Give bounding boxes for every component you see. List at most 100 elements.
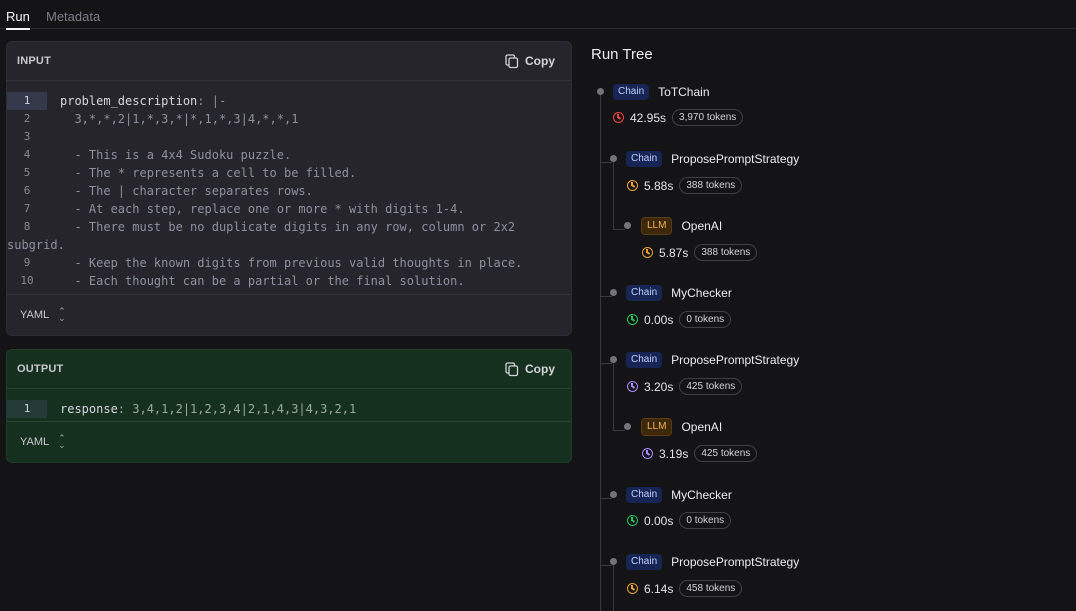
run-latency: 3.19s <box>659 446 689 461</box>
output-format-select[interactable]: YAML ⌃ ⌄ <box>20 433 66 450</box>
line-number: 4 <box>23 148 31 161</box>
tree-node-dot <box>624 222 631 229</box>
input-panel: INPUT Copy 1 problem_description: |- 2 3… <box>6 41 572 336</box>
run-name: OpenAI <box>681 219 723 233</box>
run-name: ProposePromptStrategy <box>671 152 800 166</box>
code-line: 1 problem_description: |- <box>7 92 571 110</box>
run-type-badge: Chain <box>626 285 663 301</box>
tree-node-dot <box>624 423 631 430</box>
token-count-badge: 425 tokens <box>679 378 743 395</box>
input-copy-label: Copy <box>525 54 555 68</box>
code-line: 1 response: 3,4,1,2|1,2,3,4|2,1,4,3|4,3,… <box>7 400 571 418</box>
run-node-stats: 3.20s 425 tokens <box>627 378 743 395</box>
run-node-openai[interactable]: LLM OpenAI <box>641 217 722 235</box>
tab-bar: Run Metadata <box>0 0 1076 30</box>
run-name: MyChecker <box>671 488 732 502</box>
output-panel-header: OUTPUT Copy <box>7 350 571 389</box>
run-name: ProposePromptStrategy <box>671 555 800 569</box>
output-copy-button[interactable]: Copy <box>505 360 555 378</box>
run-node-stats: 6.14s 458 tokens <box>627 580 743 597</box>
run-name: ProposePromptStrategy <box>671 353 800 367</box>
code-line: 7 - At each step, replace one or more * … <box>7 200 571 218</box>
code-text: - Keep the known digits from previous va… <box>60 256 523 270</box>
code-line: 4 - This is a 4x4 Sudoku puzzle. <box>7 146 571 164</box>
clock-icon <box>627 381 638 392</box>
output-panel-title: OUTPUT <box>17 363 64 375</box>
tree-connector <box>613 229 625 230</box>
run-type-badge: Chain <box>626 151 663 167</box>
run-node-stats: 3.19s 425 tokens <box>642 445 758 462</box>
code-line: 6 - The | character separates rows. <box>7 182 571 200</box>
code-line: 8 - There must be no duplicate digits in… <box>7 218 571 254</box>
tree-connector <box>600 162 612 163</box>
up-down-chevron-icon: ⌃ ⌄ <box>58 433 66 450</box>
run-type-badge: Chain <box>626 554 663 570</box>
tab-metadata[interactable]: Metadata <box>46 9 100 24</box>
tree-connector <box>613 363 614 431</box>
clock-icon <box>627 314 638 325</box>
yaml-value: : 3,4,1,2|1,2,3,4|2,1,4,3|4,3,2,1 <box>117 402 357 416</box>
code-line: 5 - The * represents a cell to be filled… <box>7 164 571 182</box>
input-panel-header: INPUT Copy <box>7 42 571 81</box>
run-node-mychecker[interactable]: Chain MyChecker <box>626 285 732 301</box>
tree-connector <box>600 363 612 364</box>
code-line: 10 - Each thought can be a partial or th… <box>7 272 571 290</box>
tab-run[interactable]: Run <box>6 9 30 30</box>
code-line: 3 <box>7 128 571 146</box>
token-count-badge: 0 tokens <box>679 311 732 328</box>
run-node-stats: 5.88s 388 tokens <box>627 177 743 194</box>
run-node-propose-prompt-strategy[interactable]: Chain ProposePromptStrategy <box>626 352 799 368</box>
yaml-value: : |- <box>197 94 227 108</box>
clock-icon <box>627 180 638 191</box>
line-number: 7 <box>23 202 31 215</box>
run-type-badge: Chain <box>626 487 663 503</box>
token-count-badge: 0 tokens <box>679 512 732 529</box>
input-code-editor[interactable]: 1 problem_description: |- 2 3,*,*,2|1,*,… <box>7 81 571 290</box>
run-node-stats: 0.00s 0 tokens <box>627 311 732 328</box>
tree-node-dot <box>597 88 604 95</box>
clock-icon <box>642 247 653 258</box>
line-number: 2 <box>23 112 31 125</box>
copy-icon <box>505 53 519 68</box>
run-node-propose-prompt-strategy[interactable]: Chain ProposePromptStrategy <box>626 151 799 167</box>
output-code-editor[interactable]: 1 response: 3,4,1,2|1,2,3,4|2,1,4,3|4,3,… <box>7 389 571 418</box>
code-line: 9 - Keep the known digits from previous … <box>7 254 571 272</box>
input-format-select[interactable]: YAML ⌃ ⌄ <box>20 307 66 323</box>
tree-connector <box>600 296 612 297</box>
line-number: 6 <box>23 184 31 197</box>
yaml-key: response <box>60 402 118 416</box>
clock-icon <box>627 583 638 594</box>
yaml-key: problem_description <box>60 94 198 108</box>
run-node-totchain[interactable]: Chain ToTChain <box>613 84 710 100</box>
run-latency: 5.87s <box>659 245 689 260</box>
line-number: 1 <box>7 92 47 110</box>
run-node-stats: 0.00s 0 tokens <box>627 512 732 529</box>
run-latency: 0.00s <box>644 312 674 327</box>
run-latency: 42.95s <box>630 110 667 125</box>
format-label: YAML <box>20 436 50 448</box>
code-text: - There must be no duplicate digits in a… <box>7 220 523 252</box>
code-line: 2 3,*,*,2|1,*,3,*|*,1,*,3|4,*,*,1 <box>7 110 571 128</box>
code-text: 3,*,*,2|1,*,3,*|*,1,*,3|4,*,*,1 <box>60 112 299 126</box>
run-node-stats: 5.87s 388 tokens <box>642 244 758 261</box>
line-number: 5 <box>23 166 31 179</box>
clock-icon <box>613 112 624 123</box>
clock-icon <box>642 448 653 459</box>
tree-node-dot <box>610 558 617 565</box>
run-tree-title: Run Tree <box>591 46 653 63</box>
output-panel: OUTPUT Copy 1 response: 3,4,1,2|1,2,3,4|… <box>6 349 572 463</box>
run-node-mychecker[interactable]: Chain MyChecker <box>626 487 732 503</box>
code-text: - Each thought can be a partial or the f… <box>60 274 465 288</box>
run-node-stats: 42.95s 3,970 tokens <box>613 109 744 126</box>
tree-node-dot <box>610 356 617 363</box>
run-type-badge: LLM <box>641 418 673 436</box>
run-type-badge: LLM <box>641 217 673 235</box>
token-count-badge: 388 tokens <box>694 244 758 261</box>
input-copy-button[interactable]: Copy <box>505 52 555 70</box>
tree-connector <box>613 430 625 431</box>
tree-connector <box>613 565 614 611</box>
run-node-openai[interactable]: LLM OpenAI <box>641 418 722 436</box>
run-name: ToTChain <box>658 85 710 99</box>
clock-icon <box>627 515 638 526</box>
run-node-propose-prompt-strategy[interactable]: Chain ProposePromptStrategy <box>626 554 799 570</box>
